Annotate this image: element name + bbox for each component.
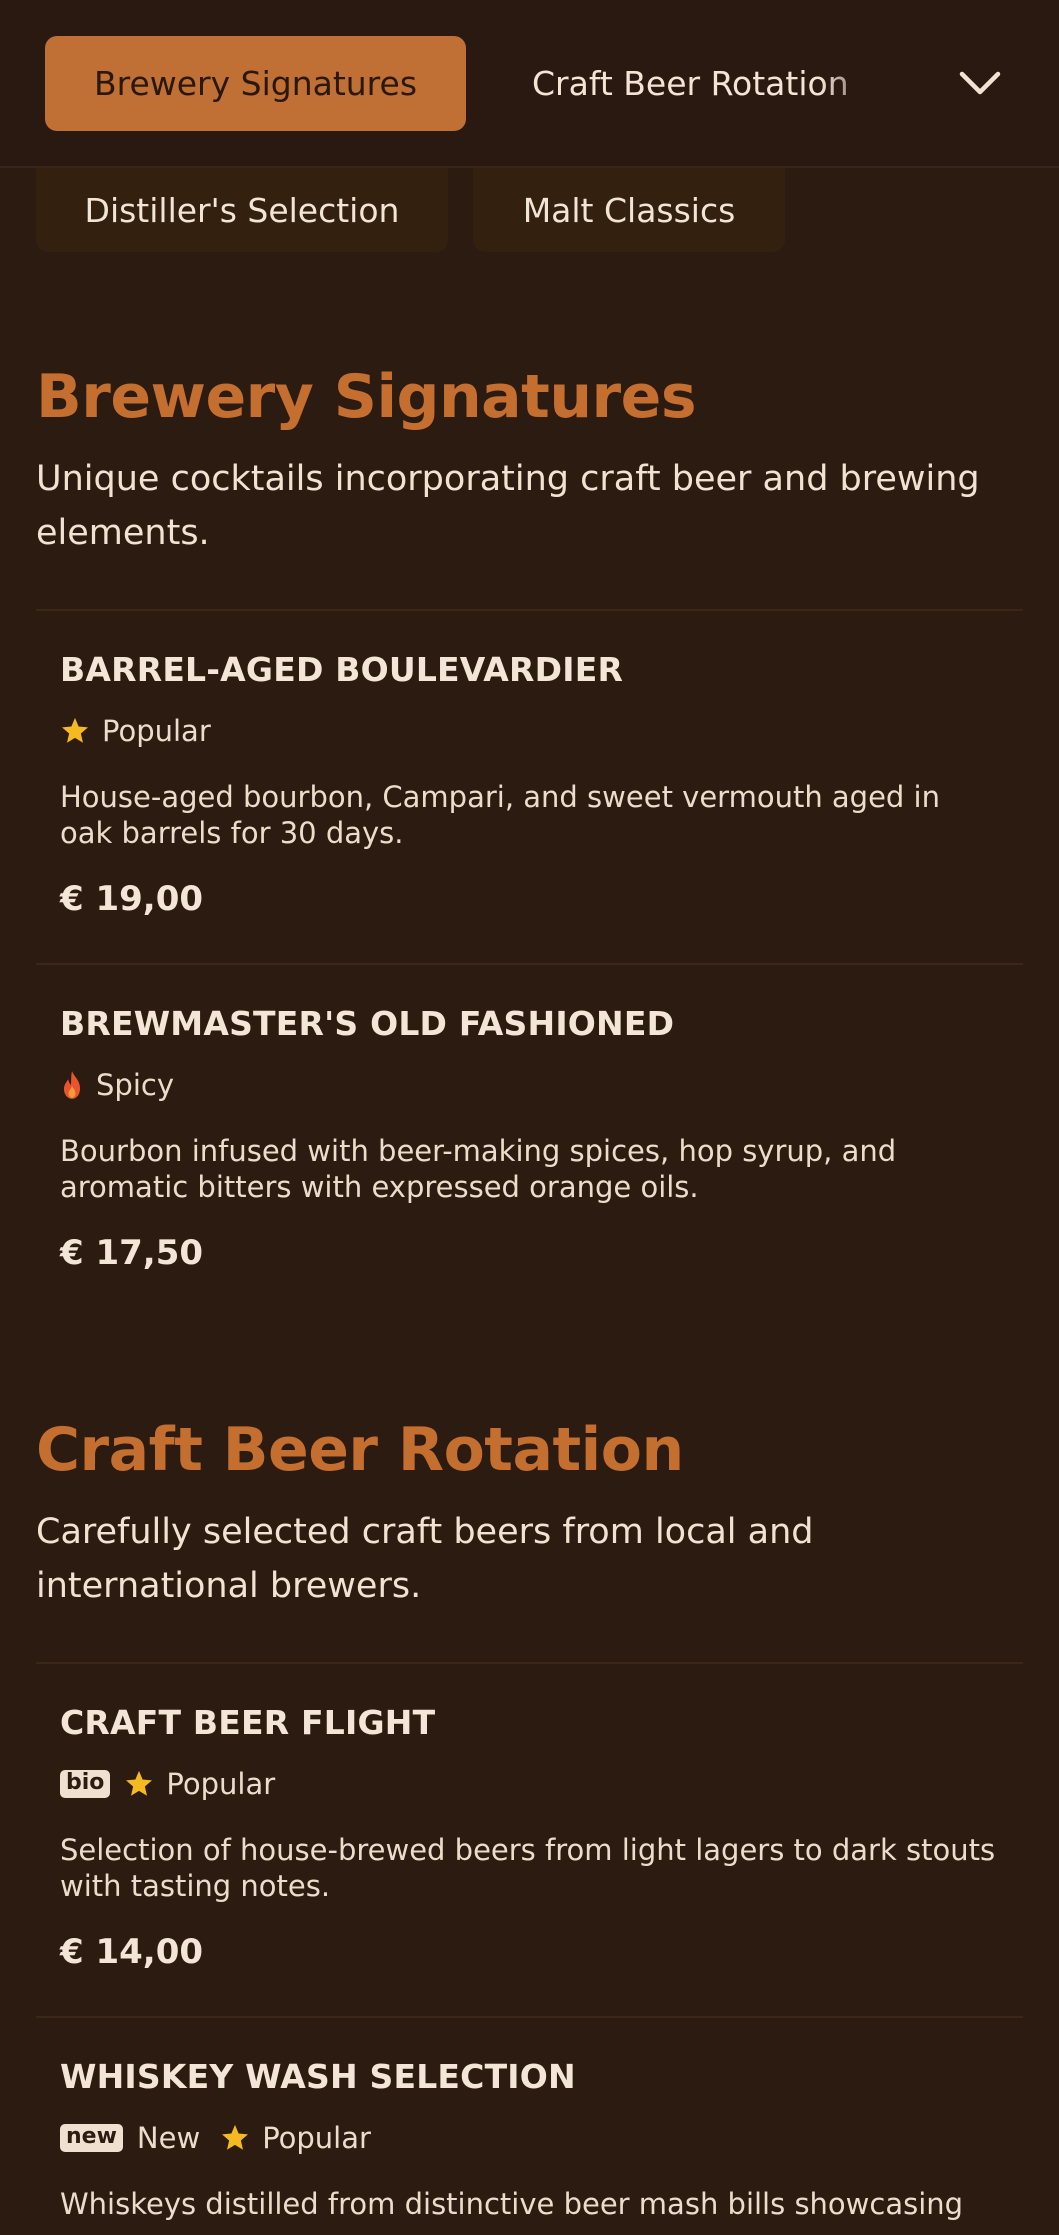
tag-label: Popular bbox=[102, 714, 211, 748]
divider bbox=[36, 609, 1023, 611]
tag-popular: Popular bbox=[124, 1767, 275, 1801]
item-description: Bourbon infused with beer-making spices,… bbox=[60, 1134, 897, 1204]
item-name: WHISKEY WASH SELECTION bbox=[60, 2057, 576, 2096]
tag-new: New bbox=[137, 2121, 200, 2155]
item-tags: new New Popular bbox=[60, 2120, 1000, 2156]
tag-spicy: Spicy bbox=[60, 1068, 174, 1102]
tab-malt-classics[interactable]: Malt Classics bbox=[473, 168, 785, 252]
item-tags: Popular bbox=[60, 713, 1000, 749]
item-name: CRAFT BEER FLIGHT bbox=[60, 1703, 436, 1742]
divider bbox=[36, 2016, 1023, 2018]
item-tags: Spicy bbox=[60, 1067, 1000, 1103]
bio-badge: bio bbox=[60, 1770, 111, 1798]
tab-label: Craft Beer Rotation bbox=[532, 64, 849, 103]
menu-item[interactable]: WHISKEY WASH SELECTION new New Popular W… bbox=[60, 2057, 1000, 2222]
section-title: Brewery Signatures bbox=[36, 362, 697, 432]
tag-label: Popular bbox=[166, 1767, 276, 1801]
menu-item[interactable]: BREWMASTER'S OLD FASHIONED Spicy Bourbon… bbox=[60, 1004, 1000, 1273]
item-description: Whiskeys distilled from distinctive beer… bbox=[60, 2187, 964, 2221]
star-icon bbox=[62, 717, 88, 743]
category-nav: Brewery Signatures Craft Beer Rotation bbox=[0, 0, 1059, 170]
item-description: Selection of house-brewed beers from lig… bbox=[60, 1833, 996, 1903]
new-badge: new bbox=[60, 2124, 123, 2152]
item-price: € 17,50 bbox=[60, 1233, 204, 1273]
section-description: Carefully selected craft beers from loca… bbox=[36, 1512, 814, 1606]
item-name: BARREL-AGED BOULEVARDIER bbox=[60, 650, 624, 689]
tab-brewery-signatures[interactable]: Brewery Signatures bbox=[45, 36, 466, 131]
tag-label: Spicy bbox=[96, 1068, 174, 1102]
tab-craft-beer-rotation[interactable]: Craft Beer Rotation bbox=[500, 36, 880, 131]
tag-popular: Popular bbox=[60, 714, 211, 748]
item-name: BREWMASTER'S OLD FASHIONED bbox=[60, 1004, 675, 1043]
item-tags: bio Popular bbox=[60, 1766, 1000, 1802]
star-icon bbox=[222, 2124, 249, 2150]
menu-item[interactable]: BARREL-AGED BOULEVARDIER Popular House-a… bbox=[60, 650, 1000, 919]
tab-label: Malt Classics bbox=[522, 190, 736, 230]
chevron-down-icon[interactable] bbox=[950, 58, 1010, 108]
tab-label: Brewery Signatures bbox=[93, 64, 418, 103]
tag-label: New bbox=[136, 2121, 201, 2155]
star-icon bbox=[126, 1770, 153, 1796]
tag-label: Popular bbox=[262, 2121, 371, 2155]
section-title: Craft Beer Rotation bbox=[36, 1415, 684, 1485]
tab-label: Distiller's Selection bbox=[84, 190, 400, 230]
section-description: Unique cocktails incorporating craft bee… bbox=[36, 459, 980, 553]
item-description: House-aged bourbon, Campari, and sweet v… bbox=[60, 780, 940, 850]
tab-distillers-selection[interactable]: Distiller's Selection bbox=[36, 168, 448, 252]
divider bbox=[36, 963, 1023, 965]
item-price: € 19,00 bbox=[60, 879, 204, 919]
tag-popular: Popular bbox=[220, 2121, 371, 2155]
divider bbox=[36, 1662, 1023, 1664]
flame-icon bbox=[63, 1071, 81, 1099]
menu-item[interactable]: CRAFT BEER FLIGHT bio Popular Selection … bbox=[60, 1703, 1000, 1972]
item-price: € 14,00 bbox=[60, 1932, 204, 1972]
